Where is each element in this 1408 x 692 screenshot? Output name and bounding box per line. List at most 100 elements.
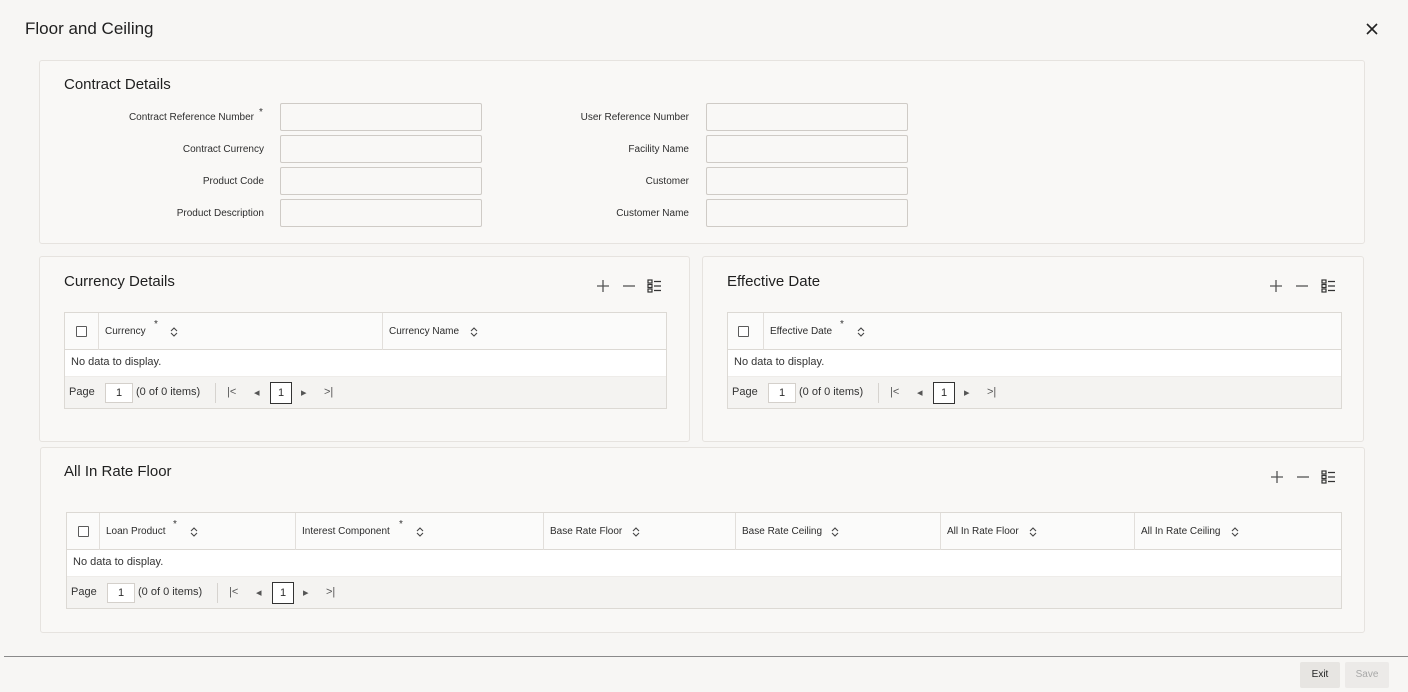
divider xyxy=(217,583,218,603)
delete-row-icon[interactable] xyxy=(1294,468,1312,486)
column-header-label: Currency xyxy=(105,326,146,337)
sort-icon[interactable] xyxy=(415,525,425,537)
save-button[interactable]: Save xyxy=(1345,662,1389,688)
last-page-icon[interactable]: >| xyxy=(324,386,333,398)
required-marker: * xyxy=(154,319,158,330)
column-header-label: Loan Product xyxy=(106,526,166,537)
col-all-in-rate-floor[interactable]: All In Rate Floor xyxy=(940,513,1134,550)
required-marker: * xyxy=(259,107,263,118)
all-in-rate-floor-panel: All In Rate Floor Loan Product * Interes… xyxy=(40,447,1365,633)
add-row-icon[interactable] xyxy=(1267,277,1285,295)
user-reference-number-input[interactable] xyxy=(706,103,908,131)
single-record-view-icon[interactable] xyxy=(645,277,663,295)
required-marker: * xyxy=(399,519,403,530)
column-header-label: Effective Date xyxy=(770,326,833,337)
divider xyxy=(215,383,216,403)
facility-name-input[interactable] xyxy=(706,135,908,163)
page-number-input[interactable]: 1 xyxy=(107,583,135,603)
col-currency[interactable]: Currency * xyxy=(98,313,382,350)
column-header-label: All In Rate Floor xyxy=(947,526,1019,537)
required-marker: * xyxy=(840,319,844,330)
sort-icon[interactable] xyxy=(1230,525,1240,537)
pagination-bar: Page 1 (0 of 0 items) |< ◂ 1 ▸ >| xyxy=(67,576,1341,608)
sort-icon[interactable] xyxy=(830,525,840,537)
select-all-checkbox[interactable] xyxy=(78,526,89,537)
contract-details-title: Contract Details xyxy=(64,76,171,93)
customer-input[interactable] xyxy=(706,167,908,195)
all-in-rate-floor-title: All In Rate Floor xyxy=(64,463,172,480)
all-in-rate-floor-grid: Loan Product * Interest Component * Base… xyxy=(66,512,1342,609)
effective-date-title: Effective Date xyxy=(727,273,821,290)
sort-icon[interactable] xyxy=(169,325,179,337)
col-base-rate-ceiling[interactable]: Base Rate Ceiling xyxy=(735,513,940,550)
select-all-checkbox[interactable] xyxy=(76,326,87,337)
delete-row-icon[interactable] xyxy=(1293,277,1311,295)
single-record-view-icon[interactable] xyxy=(1319,468,1337,486)
current-page-button[interactable]: 1 xyxy=(933,382,955,404)
currency-details-panel: Currency Details Currency * Currency Nam… xyxy=(39,256,690,442)
contract-reference-number-input[interactable] xyxy=(280,103,482,131)
last-page-icon[interactable]: >| xyxy=(987,386,996,398)
col-base-rate-floor[interactable]: Base Rate Floor xyxy=(543,513,735,550)
item-count: (0 of 0 items) xyxy=(799,386,864,398)
next-page-icon[interactable]: ▸ xyxy=(301,386,307,399)
current-page-button[interactable]: 1 xyxy=(270,382,292,404)
effective-date-grid: Effective Date * No data to display. Pag… xyxy=(727,312,1342,409)
single-record-view-icon[interactable] xyxy=(1319,277,1337,295)
next-page-icon[interactable]: ▸ xyxy=(303,586,309,599)
product-code-input[interactable] xyxy=(280,167,482,195)
item-count: (0 of 0 items) xyxy=(138,586,203,598)
sort-icon[interactable] xyxy=(189,525,199,537)
col-loan-product[interactable]: Loan Product * xyxy=(99,513,295,550)
pagination-bar: Page 1 (0 of 0 items) |< ◂ 1 ▸ >| xyxy=(65,376,666,408)
grid-header: Effective Date * xyxy=(728,313,1341,350)
product-description-input[interactable] xyxy=(280,199,482,227)
contract-currency-label: Contract Currency xyxy=(182,144,264,155)
contract-currency-input[interactable] xyxy=(280,135,482,163)
col-all-in-rate-ceiling[interactable]: All In Rate Ceiling xyxy=(1134,513,1341,550)
sort-icon[interactable] xyxy=(1028,525,1038,537)
column-header-label: Base Rate Ceiling xyxy=(742,526,823,537)
col-effective-date[interactable]: Effective Date * xyxy=(763,313,1341,350)
page-label: Page xyxy=(732,386,758,398)
title-bar: Floor and Ceiling xyxy=(0,0,1408,56)
col-interest-component[interactable]: Interest Component * xyxy=(295,513,543,550)
next-page-icon[interactable]: ▸ xyxy=(964,386,970,399)
page-number-input[interactable]: 1 xyxy=(768,383,796,403)
column-header-label: Base Rate Floor xyxy=(550,526,623,537)
add-row-icon[interactable] xyxy=(594,277,612,295)
page-number-input[interactable]: 1 xyxy=(105,383,133,403)
sort-icon[interactable] xyxy=(856,325,866,337)
no-data-message: No data to display. xyxy=(71,356,162,368)
exit-button[interactable]: Exit xyxy=(1300,662,1340,688)
user-reference-number-label: User Reference Number xyxy=(580,112,689,123)
select-all-checkbox[interactable] xyxy=(738,326,749,337)
customer-label: Customer xyxy=(645,176,689,187)
no-data-message: No data to display. xyxy=(734,356,825,368)
pagination-bar: Page 1 (0 of 0 items) |< ◂ 1 ▸ >| xyxy=(728,376,1341,408)
previous-page-icon[interactable]: ◂ xyxy=(254,386,260,399)
current-page-button[interactable]: 1 xyxy=(272,582,294,604)
previous-page-icon[interactable]: ◂ xyxy=(917,386,923,399)
last-page-icon[interactable]: >| xyxy=(326,586,335,598)
column-header-label: All In Rate Ceiling xyxy=(1141,526,1221,537)
first-page-icon[interactable]: |< xyxy=(227,386,236,398)
column-header-label: Interest Component xyxy=(302,526,390,537)
close-icon[interactable] xyxy=(1362,19,1382,39)
first-page-icon[interactable]: |< xyxy=(890,386,899,398)
product-code-label: Product Code xyxy=(202,176,264,187)
contract-details-panel: Contract Details Contract Reference Numb… xyxy=(39,60,1365,244)
grid-header: Currency * Currency Name xyxy=(65,313,666,350)
footer-bar xyxy=(4,656,1408,692)
item-count: (0 of 0 items) xyxy=(136,386,201,398)
required-marker: * xyxy=(173,519,177,530)
effective-date-panel: Effective Date Effective Date * No data … xyxy=(702,256,1364,442)
delete-row-icon[interactable] xyxy=(620,277,638,295)
previous-page-icon[interactable]: ◂ xyxy=(256,586,262,599)
sort-icon[interactable] xyxy=(469,325,479,337)
first-page-icon[interactable]: |< xyxy=(229,586,238,598)
sort-icon[interactable] xyxy=(631,525,641,537)
customer-name-input[interactable] xyxy=(706,199,908,227)
col-currency-name[interactable]: Currency Name xyxy=(382,313,666,350)
add-row-icon[interactable] xyxy=(1268,468,1286,486)
